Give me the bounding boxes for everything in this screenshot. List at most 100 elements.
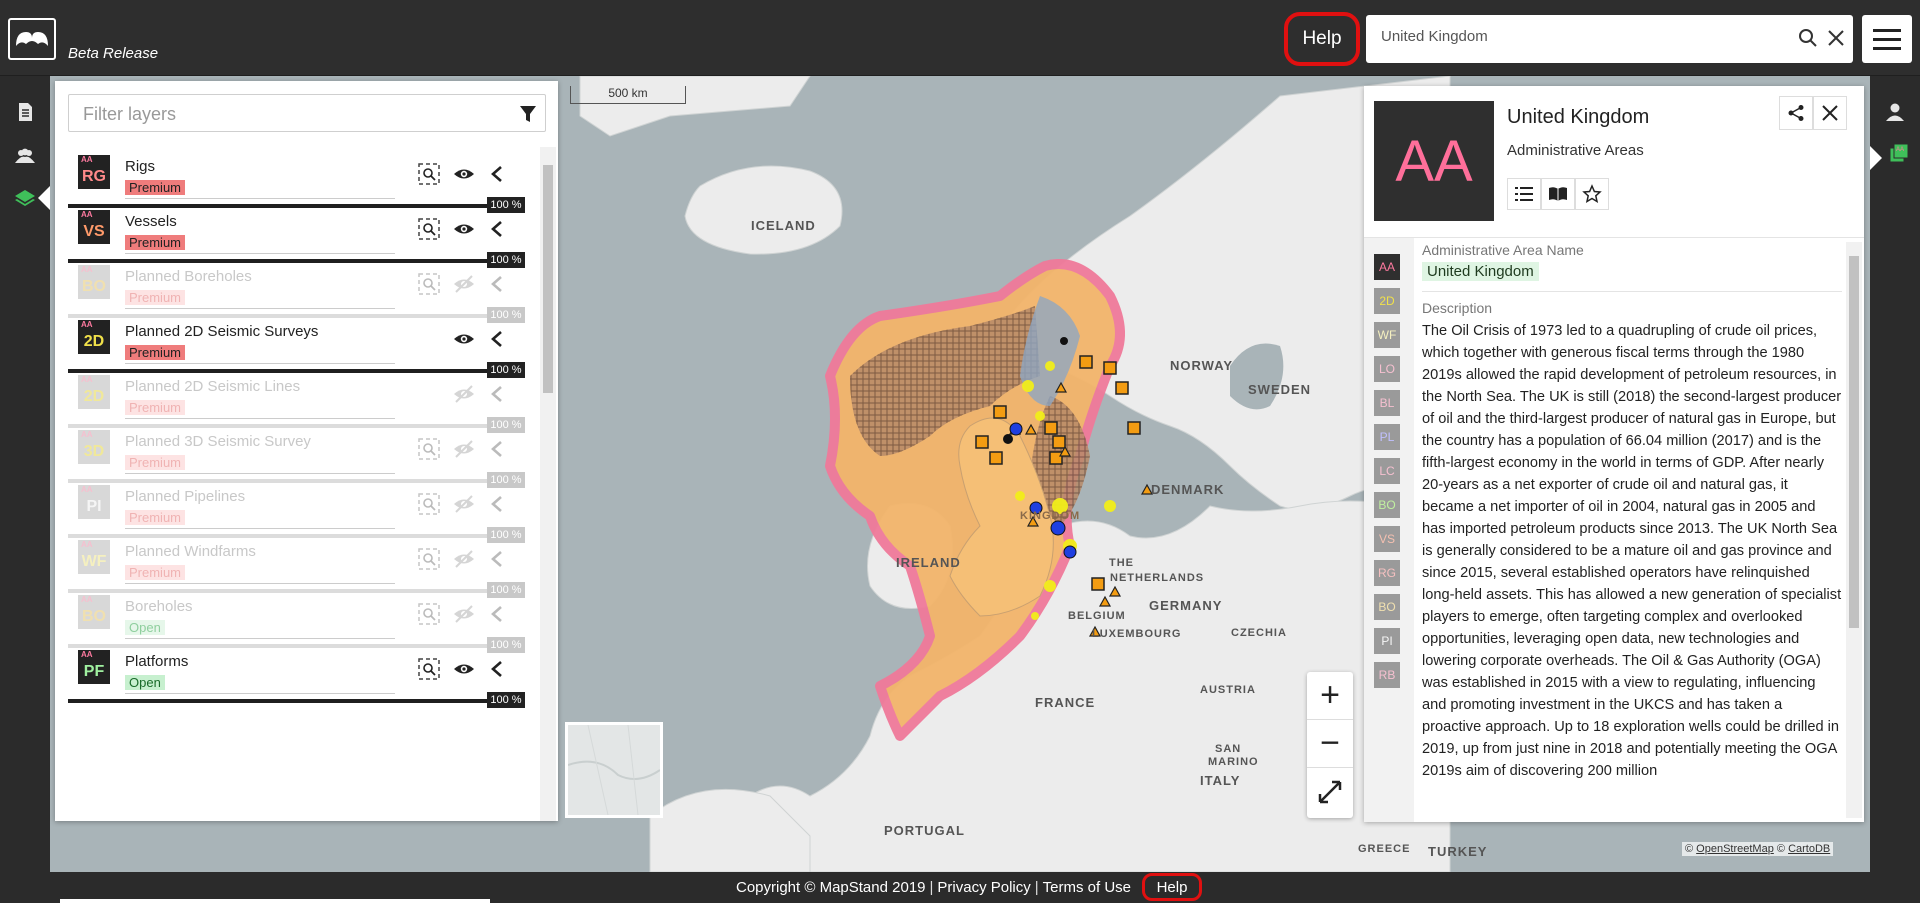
search-icon[interactable] (1796, 26, 1820, 50)
eye-off-icon[interactable] (453, 273, 475, 295)
related-layer-badge[interactable]: 2D (1374, 288, 1400, 314)
eye-icon[interactable] (453, 328, 475, 350)
chevron-left-icon[interactable] (486, 383, 508, 405)
hamburger-menu-button[interactable] (1862, 15, 1912, 63)
layer-badge: AA VS (78, 210, 110, 244)
layer-badge: AA 2D (78, 375, 110, 409)
layers-scroll-thumb[interactable] (543, 165, 553, 393)
eye-icon[interactable] (453, 163, 475, 185)
layer-name: Boreholes (125, 598, 193, 615)
open-book-button[interactable] (1541, 178, 1575, 210)
users-icon[interactable] (13, 144, 37, 168)
related-layer-badge[interactable]: BL (1374, 390, 1400, 416)
layer-name: Platforms (125, 653, 189, 670)
share-button[interactable] (1779, 96, 1813, 130)
chevron-left-icon[interactable] (486, 273, 508, 295)
zoom-to-layer-icon[interactable] (418, 438, 440, 460)
zoom-to-layer-icon[interactable] (418, 273, 440, 295)
layer-code: PF (83, 663, 105, 680)
user-icon[interactable] (1883, 100, 1907, 124)
zoom-to-layer-icon[interactable] (418, 603, 440, 625)
info-scroll-thumb[interactable] (1849, 256, 1859, 628)
search-input[interactable] (1381, 28, 1781, 45)
chevron-left-icon[interactable] (486, 548, 508, 570)
related-layer-badge[interactable]: VS (1374, 526, 1400, 552)
related-layer-badge[interactable]: BO (1374, 492, 1400, 518)
related-layer-badge[interactable]: WF (1374, 322, 1400, 348)
eye-icon[interactable] (453, 658, 475, 680)
fullscreen-button[interactable] (1307, 768, 1353, 816)
layer-badge-aa: AA (81, 320, 93, 329)
related-layer-badge[interactable]: AA (1374, 254, 1400, 280)
related-layer-badge[interactable]: PL (1374, 424, 1400, 450)
selected-items-icon[interactable]: AA (1886, 140, 1912, 166)
privacy-policy-link[interactable]: Privacy Policy (935, 879, 1032, 896)
related-layer-badge[interactable]: PI (1374, 628, 1400, 654)
zoom-to-layer-icon[interactable] (418, 658, 440, 680)
info-scrollbar[interactable] (1846, 242, 1862, 818)
eye-off-icon[interactable] (453, 548, 475, 570)
cartodb-link[interactable]: CartoDB (1788, 843, 1830, 855)
overview-minimap[interactable] (565, 722, 663, 818)
layers-panel: Filter layers AA RG Rigs Premium 100 % AA VS Ve… (55, 81, 558, 821)
layer-tag: Premium (125, 290, 186, 305)
layer-badge: AA BO (78, 595, 110, 629)
related-layer-badge[interactable]: BO (1374, 594, 1400, 620)
zoom-to-layer-icon[interactable] (418, 218, 440, 240)
layers-icon[interactable] (13, 186, 37, 210)
zoom-to-layer-icon[interactable] (418, 493, 440, 515)
layer-badge-aa: AA (81, 650, 93, 659)
terms-of-use-link[interactable]: Terms of Use (1041, 879, 1133, 896)
footer-separator: | (929, 879, 934, 896)
filter-funnel-icon[interactable] (519, 104, 537, 124)
chevron-left-icon[interactable] (486, 163, 508, 185)
map-label-turkey: TURKEY (1428, 844, 1488, 859)
layer-tag: Premium (125, 235, 186, 250)
document-icon[interactable] (13, 100, 37, 124)
help-button-top[interactable]: Help (1284, 12, 1360, 66)
related-layer-badge[interactable]: LO (1374, 356, 1400, 382)
close-icon[interactable] (1824, 26, 1848, 50)
zoom-in-button[interactable]: + (1307, 672, 1353, 720)
layers-scrollbar[interactable] (540, 147, 556, 821)
description-text: The Oil Crisis of 1973 led to a quadrupl… (1422, 323, 1842, 779)
eye-off-icon[interactable] (453, 603, 475, 625)
chevron-left-icon[interactable] (486, 328, 508, 350)
layer-badge-aa: AA (81, 485, 93, 494)
help-link-footer[interactable]: Help (1142, 873, 1202, 901)
zoom-out-button[interactable]: − (1307, 720, 1353, 768)
zoom-to-layer-icon[interactable] (418, 163, 440, 185)
related-layer-badge[interactable]: LC (1374, 458, 1400, 484)
chevron-left-icon[interactable] (486, 438, 508, 460)
layer-name: Planned 2D Seismic Surveys (125, 323, 319, 340)
chevron-left-icon[interactable] (486, 658, 508, 680)
related-layer-badge[interactable]: RB (1374, 662, 1400, 688)
chevron-left-icon[interactable] (486, 218, 508, 240)
mapstand-logo[interactable] (8, 18, 56, 60)
chevron-left-icon[interactable] (486, 603, 508, 625)
close-panel-button[interactable] (1813, 96, 1847, 130)
related-layer-badge[interactable]: RG (1374, 560, 1400, 586)
chevron-left-icon[interactable] (486, 493, 508, 515)
eye-off-icon[interactable] (453, 493, 475, 515)
filter-layers-input[interactable]: Filter layers (68, 94, 546, 132)
info-panel: AA United Kingdom Administrative Areas A… (1364, 86, 1864, 822)
openstreetmap-link[interactable]: OpenStreetMap (1696, 843, 1774, 855)
eye-off-icon[interactable] (453, 438, 475, 460)
eye-icon[interactable] (453, 218, 475, 240)
layer-code: 3D (83, 443, 105, 460)
info-header-divider (1364, 237, 1864, 238)
layer-underline (125, 638, 395, 639)
layer-tag: Premium (125, 180, 186, 195)
zoom-to-layer-icon[interactable] (418, 548, 440, 570)
favorite-button[interactable] (1575, 178, 1609, 210)
map-label-italy: ITALY (1200, 773, 1241, 788)
left-rail (0, 76, 50, 872)
layer-code: VS (83, 223, 105, 240)
eye-off-icon[interactable] (453, 383, 475, 405)
map-label-norway: NORWAY (1170, 358, 1234, 373)
list-view-button[interactable] (1507, 178, 1541, 210)
layer-name: Planned 2D Seismic Lines (125, 378, 301, 395)
opacity-slider[interactable] (68, 699, 488, 703)
layer-row[interactable]: AA PF Platforms Open 100 % (68, 644, 538, 708)
